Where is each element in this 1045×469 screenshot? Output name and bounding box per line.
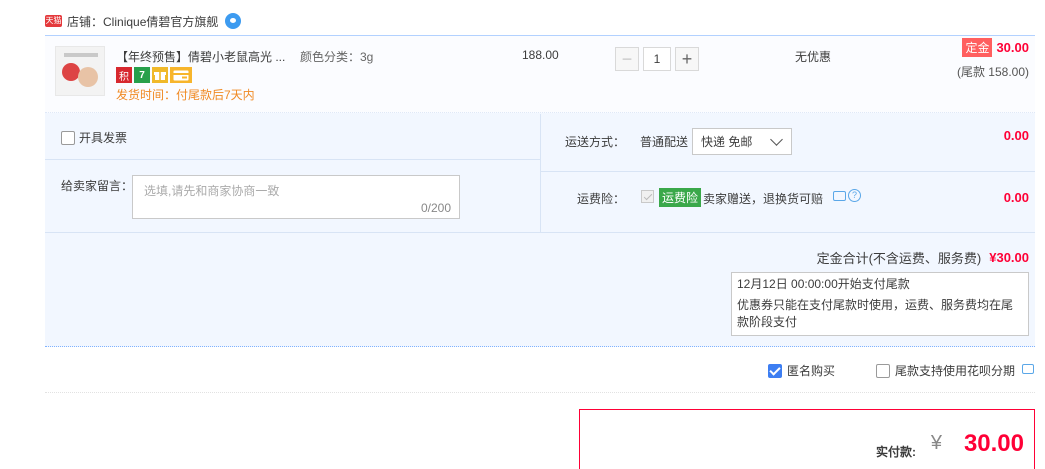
wangwang-chat-icon[interactable] xyxy=(225,13,242,29)
invoice-option[interactable]: 开具发票 xyxy=(61,129,127,146)
deposit-summary: 定金合计(不含运费、服务费) ¥30.00 xyxy=(817,248,1029,267)
anonymous-label: 匿名购买 xyxy=(787,364,836,378)
notice-line-2: 优惠券只能在支付尾款时使用，运费、服务费均在尾款阶段支付 xyxy=(737,298,1014,329)
shop-name-link[interactable]: Clinique倩碧官方旗舰 xyxy=(103,13,218,30)
insurance-label: 运费险： xyxy=(577,192,626,206)
discount-text: 无优惠 xyxy=(795,50,832,64)
shop-label: 店铺： xyxy=(67,14,104,29)
chevron-down-icon xyxy=(770,133,783,146)
anonymous-option[interactable]: 匿名购买 xyxy=(768,362,835,379)
quantity-stepper: − 1 + xyxy=(615,47,699,71)
invoice-label: 开具发票 xyxy=(79,131,128,145)
shop-header: 天猫 店铺： Clinique倩碧官方旗舰 xyxy=(45,12,242,30)
item-spec: 颜色分类：3g xyxy=(300,50,374,64)
insurance-desc: 卖家赠送，退换货可赔 xyxy=(703,192,824,206)
deposit: 定金 30.00 xyxy=(962,38,1029,57)
total-label: 实付款: xyxy=(876,445,916,459)
ship-time: 发货时间：付尾款后7天内 xyxy=(116,88,255,102)
shipping-type: 普通配送 xyxy=(640,135,689,149)
tmall-badge: 天猫 xyxy=(45,15,62,27)
order-options: 匿名购买 尾款支持使用花呗分期 xyxy=(0,362,1045,378)
insurance-checkbox xyxy=(641,190,654,203)
payment-notice: 12月12日 00:00:00开始支付尾款 优惠券只能在支付尾款时使用，运费、服… xyxy=(731,272,1029,336)
divider xyxy=(540,114,541,232)
deposit-tag: 定金 xyxy=(962,38,993,57)
card-icon[interactable] xyxy=(170,67,192,83)
quantity-input[interactable]: 1 xyxy=(643,47,671,71)
insurance-tag: 运费险 xyxy=(659,188,702,207)
divider xyxy=(45,232,1035,233)
item-row: 【年终预售】倩碧小老鼠高光 ... 颜色分类：3g 积 7 发货时间：付尾款后7… xyxy=(45,36,1035,113)
shipping-amount: 0.00 xyxy=(1003,128,1029,143)
seller-message-textarea[interactable]: 选填,请先和商家协商一致 0/200 xyxy=(132,175,460,219)
invoice-checkbox[interactable] xyxy=(61,130,75,145)
shipping-label: 运送方式： xyxy=(565,135,626,149)
summary-label: 定金合计(不含运费、服务费) xyxy=(816,251,982,266)
huabei-checkbox[interactable] xyxy=(876,363,890,378)
shipping-selected: 快递 免邮 xyxy=(701,135,753,149)
divider xyxy=(45,392,1035,393)
quantity-plus-button[interactable]: + xyxy=(675,47,699,71)
quantity-minus-button[interactable]: − xyxy=(615,47,639,71)
unit-price: 188.00 xyxy=(522,48,559,62)
total-amount: 30.00 xyxy=(963,430,1024,457)
chat-icon[interactable] xyxy=(833,191,846,201)
message-placeholder: 选填,请先和商家协商一致 xyxy=(144,184,280,198)
summary-amount: ¥30.00 xyxy=(989,250,1029,265)
seven-day-return-icon[interactable]: 7 xyxy=(134,67,150,83)
notice-line-1: 12月12日 00:00:00开始支付尾款 xyxy=(737,277,910,291)
anonymous-checkbox[interactable] xyxy=(768,363,782,378)
shipping-select[interactable]: 快递 免邮 xyxy=(692,128,792,155)
message-char-count: 0/200 xyxy=(420,201,451,215)
chat-icon[interactable] xyxy=(1022,364,1034,374)
product-thumbnail[interactable] xyxy=(55,46,105,96)
insurance-icons: ? xyxy=(833,189,861,202)
deposit-amount: 30.00 xyxy=(996,40,1029,55)
total-currency-symbol: ¥ xyxy=(930,432,942,454)
divider xyxy=(541,171,1035,172)
balance-amount: (尾款 158.00) xyxy=(956,65,1029,79)
points-badge-icon[interactable]: 积 xyxy=(116,67,132,83)
insurance-amount: 0.00 xyxy=(1003,190,1029,205)
message-label: 给卖家留言： xyxy=(61,179,134,193)
order-box: 【年终预售】倩碧小老鼠高光 ... 颜色分类：3g 积 7 发货时间：付尾款后7… xyxy=(45,35,1035,347)
huabei-label: 尾款支持使用花呗分期 xyxy=(895,364,1016,378)
help-icon[interactable]: ? xyxy=(848,189,861,202)
gift-icon[interactable] xyxy=(152,67,168,83)
item-badges: 积 7 xyxy=(116,67,192,83)
item-title-link[interactable]: 【年终预售】倩碧小老鼠高光 ... xyxy=(116,48,292,65)
huabei-option[interactable]: 尾款支持使用花呗分期 xyxy=(876,362,1015,379)
divider xyxy=(45,159,540,160)
total-box: 实付款: ¥ 30.00 xyxy=(579,409,1035,469)
